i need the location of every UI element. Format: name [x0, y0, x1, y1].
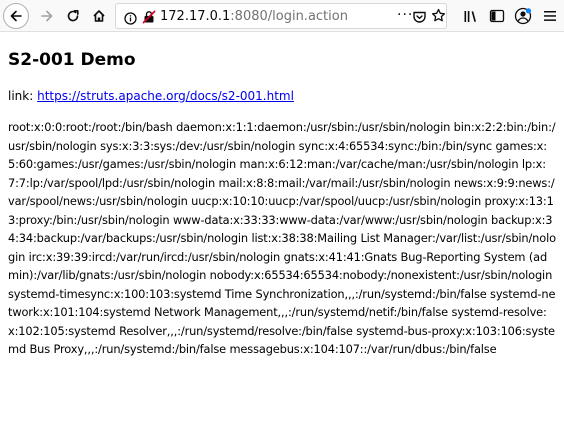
forward-arrow-icon[interactable]	[34, 3, 60, 29]
browser-toolbar: 172.17.0.1:8080/login.action ···	[0, 0, 564, 32]
page-actions-button[interactable]: ···	[397, 6, 413, 24]
url-bar[interactable]: 172.17.0.1:8080/login.action ···	[115, 3, 447, 29]
page-title: S2-001 Demo	[8, 50, 136, 70]
info-icon[interactable]	[124, 10, 137, 25]
command-output: root:x:0:0:root:/root:/bin/bash daemon:x…	[8, 120, 556, 356]
url-host: 172.17.0.1	[160, 9, 231, 24]
home-icon[interactable]	[86, 3, 112, 29]
bookmark-star-icon[interactable]	[431, 8, 446, 27]
pocket-icon[interactable]	[412, 9, 427, 28]
reload-icon[interactable]	[60, 3, 86, 29]
link-line: link: https://struts.apache.org/docs/s2-…	[8, 89, 294, 104]
hamburger-menu-icon[interactable]	[541, 7, 559, 25]
back-arrow-icon[interactable]	[3, 3, 29, 29]
sidebar-icon[interactable]	[488, 7, 506, 25]
url-text[interactable]: 172.17.0.1:8080/login.action	[160, 8, 348, 25]
link-prefix: link:	[8, 89, 38, 103]
docs-link[interactable]: https://struts.apache.org/docs/s2-001.ht…	[37, 89, 294, 103]
library-icon[interactable]	[462, 7, 480, 25]
url-path: :8080/login.action	[230, 9, 348, 24]
account-icon[interactable]	[514, 7, 532, 25]
insecure-lock-icon[interactable]	[142, 9, 156, 24]
